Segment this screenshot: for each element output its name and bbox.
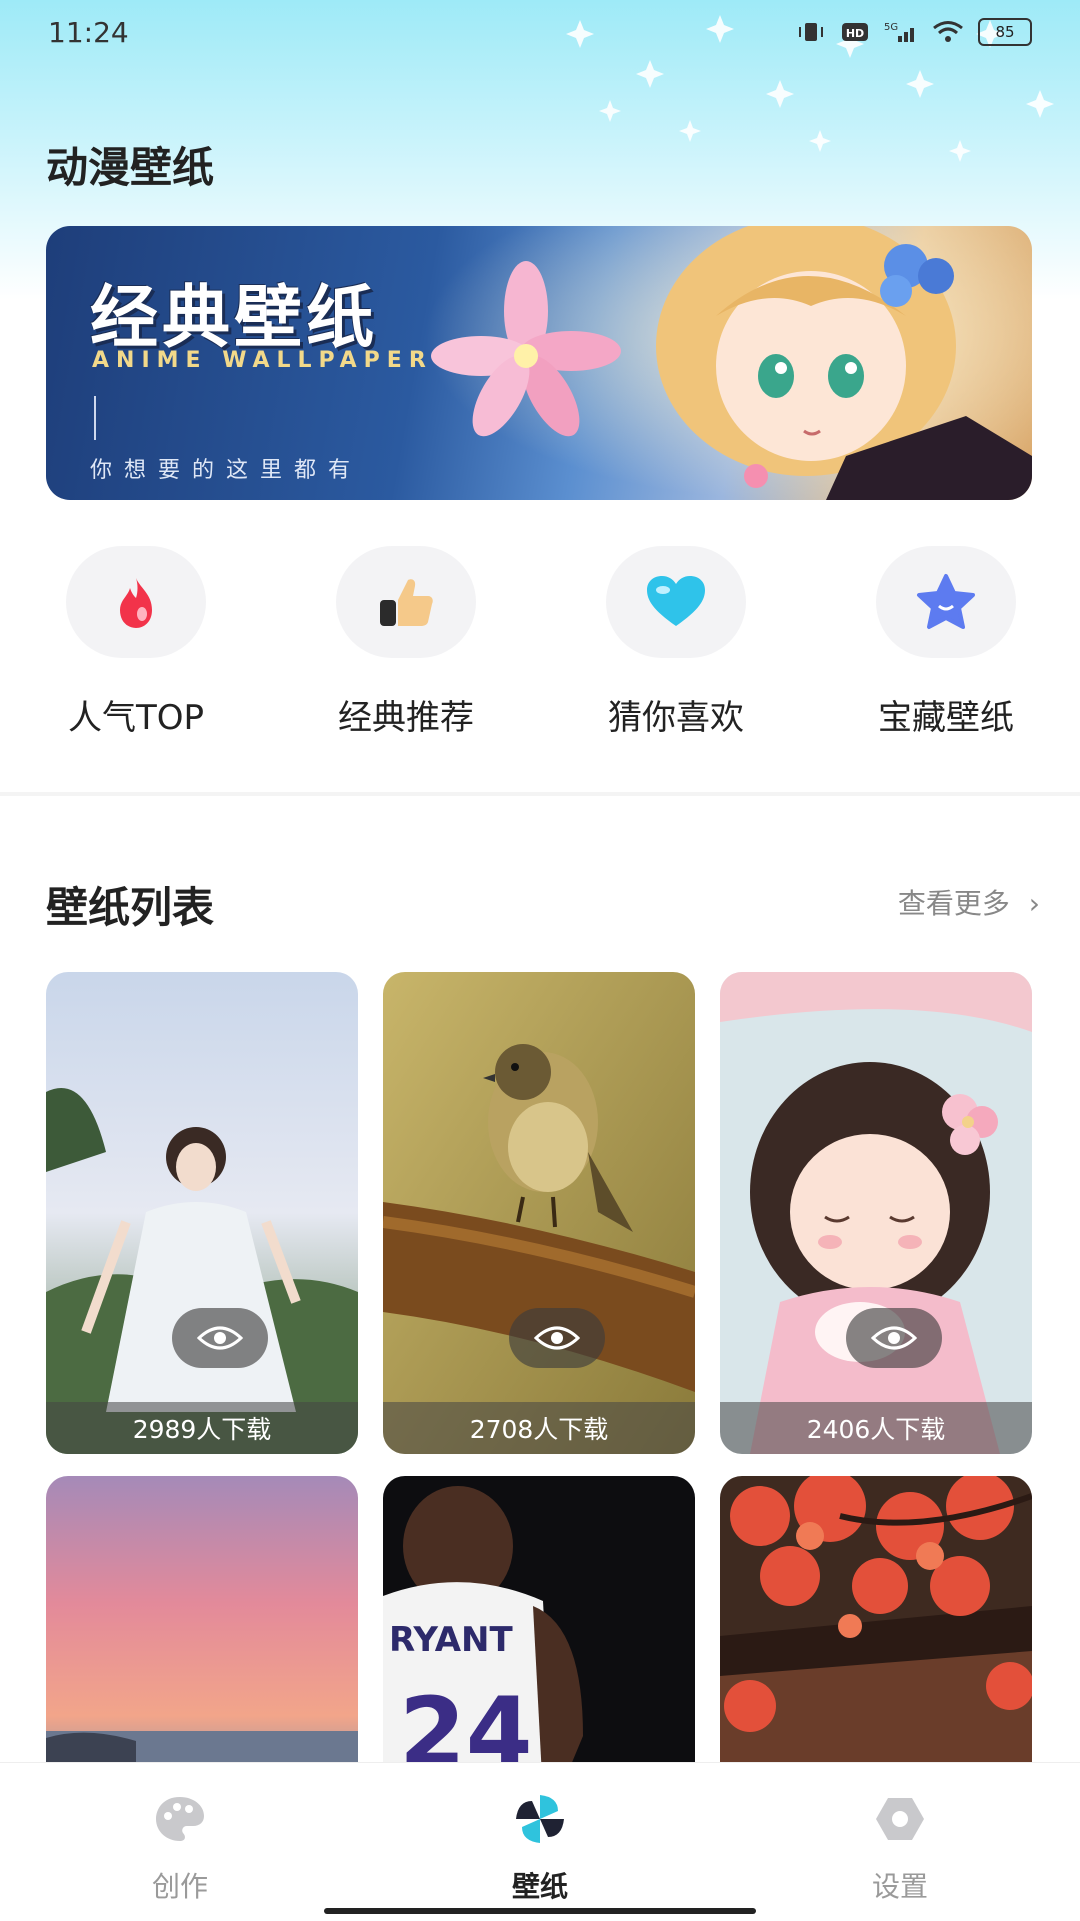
- wallpaper-card[interactable]: RYANT 24: [383, 1476, 695, 1796]
- svg-text:5G: 5G: [884, 22, 898, 33]
- category-label: 宝藏壁纸: [878, 698, 1014, 738]
- category-treasure-wallpaper[interactable]: 宝藏壁纸: [846, 546, 1046, 739]
- preview-eye-button[interactable]: [509, 1308, 605, 1368]
- category-icon-wrap: [606, 546, 746, 658]
- wallpaper-card[interactable]: 2989人下载: [46, 972, 358, 1454]
- wallpaper-thumbnail-anime-girl: [720, 972, 1032, 1454]
- nav-item-wallpaper[interactable]: 壁纸: [440, 1789, 640, 1905]
- palette-icon: [150, 1789, 210, 1849]
- svg-text:RYANT: RYANT: [389, 1620, 513, 1660]
- nav-label: 设置: [871, 1870, 928, 1903]
- home-indicator[interactable]: [324, 1908, 756, 1914]
- wallpaper-thumbnail-girl-dress: [46, 972, 358, 1454]
- settings-icon: [870, 1789, 930, 1849]
- wallpaper-card[interactable]: 2406人下载: [720, 972, 1032, 1454]
- chevron-right-icon: ›: [1028, 887, 1040, 920]
- category-popular-top[interactable]: 人气TOP: [36, 546, 236, 739]
- download-count: 2406人下载: [720, 1402, 1032, 1454]
- banner-subtitle: ANIME WALLPAPER: [92, 348, 433, 373]
- wallpaper-thumbnail-red-blossoms: [720, 1476, 1032, 1796]
- category-guess-you-like[interactable]: 猜你喜欢: [576, 546, 776, 739]
- category-icon-wrap: [66, 546, 206, 658]
- see-more-link[interactable]: 查看更多 ›: [898, 882, 1040, 922]
- vibrate-icon: [796, 20, 826, 44]
- see-more-label: 查看更多: [897, 887, 1010, 920]
- category-label: 人气TOP: [67, 698, 205, 738]
- status-bar: 11:24 HD 5G 85: [0, 0, 1080, 70]
- wallpaper-card[interactable]: 2708人下载: [383, 972, 695, 1454]
- wallpaper-card[interactable]: [720, 1476, 1032, 1796]
- bottom-navigation: 创作 壁纸 设置: [0, 1762, 1080, 1921]
- download-count: 2989人下载: [46, 1402, 358, 1454]
- status-time: 11:24: [48, 16, 129, 49]
- battery-indicator: 85: [978, 18, 1032, 46]
- category-label: 猜你喜欢: [608, 698, 744, 738]
- eye-icon: [197, 1326, 243, 1350]
- nav-item-settings[interactable]: 设置: [800, 1789, 1000, 1905]
- hd-icon: HD: [840, 20, 870, 44]
- wallpaper-thumbnail-sunset: [46, 1476, 358, 1796]
- thumbs-up-icon: [380, 579, 433, 626]
- signal-5g-icon: 5G: [884, 20, 918, 44]
- category-row: 人气TOP 经典推荐 猜你喜欢 宝藏壁纸: [0, 546, 1080, 746]
- category-classic-recommend[interactable]: 经典推荐: [306, 546, 506, 739]
- eye-icon: [534, 1326, 580, 1350]
- download-count: 2708人下载: [383, 1402, 695, 1454]
- banner[interactable]: 经典壁纸 ANIME WALLPAPER 你想要的这里都有: [46, 226, 1032, 500]
- pinwheel-icon: [510, 1789, 570, 1849]
- banner-anime-illustration: [426, 226, 1032, 500]
- nav-label: 创作: [151, 1870, 208, 1903]
- preview-eye-button[interactable]: [846, 1308, 942, 1368]
- wallpaper-card[interactable]: [46, 1476, 358, 1796]
- wallpaper-list-title: 壁纸列表: [46, 883, 215, 932]
- category-label: 经典推荐: [338, 698, 474, 738]
- eye-icon: [871, 1326, 917, 1350]
- category-icon-wrap: [876, 546, 1016, 658]
- star-icon: [917, 574, 975, 629]
- section-divider: [0, 792, 1080, 796]
- wifi-icon: [932, 20, 964, 44]
- preview-eye-button[interactable]: [172, 1308, 268, 1368]
- banner-title: 经典壁纸: [90, 279, 379, 358]
- category-icon-wrap: [336, 546, 476, 658]
- flame-icon: [120, 578, 152, 628]
- status-icons: HD 5G 85: [796, 18, 1032, 46]
- banner-divider: [94, 396, 96, 440]
- nav-label: 壁纸: [511, 1870, 568, 1903]
- page-title: 动漫壁纸: [46, 143, 215, 192]
- wallpaper-thumbnail-basketball-player: RYANT 24: [383, 1476, 695, 1796]
- banner-note: 你想要的这里都有: [90, 458, 363, 483]
- heart-icon: [647, 576, 705, 626]
- svg-text:HD: HD: [846, 27, 864, 40]
- wallpaper-thumbnail-bird: [383, 972, 695, 1454]
- nav-item-create[interactable]: 创作: [80, 1789, 280, 1905]
